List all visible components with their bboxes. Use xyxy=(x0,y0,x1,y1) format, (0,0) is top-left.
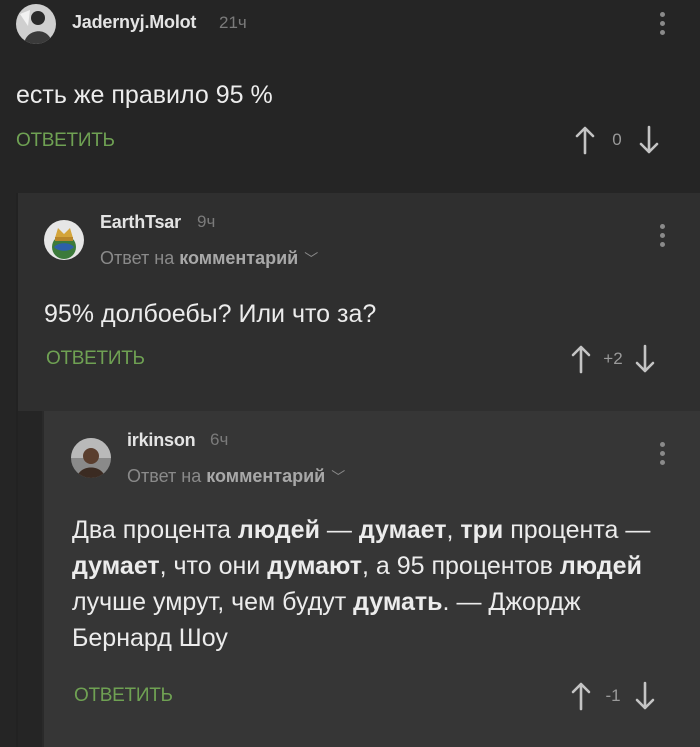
author-name[interactable]: irkinson xyxy=(127,430,196,451)
score: +2 xyxy=(603,349,623,368)
chevron-down-icon[interactable]: ﹀ xyxy=(331,467,345,487)
kebab-menu-icon[interactable] xyxy=(660,442,666,469)
vote-controls: -1 xyxy=(570,681,656,711)
kebab-menu-icon[interactable] xyxy=(660,12,666,39)
comment-time: 9ч xyxy=(197,212,216,231)
thread-line xyxy=(16,193,18,747)
reply-button[interactable]: ОТВЕТИТЬ xyxy=(46,348,145,370)
avatar[interactable] xyxy=(16,4,56,44)
vote-controls: 0 xyxy=(574,125,660,155)
avatar[interactable] xyxy=(71,438,111,478)
reply-to-link[interactable]: Ответ на комментарий ﹀ xyxy=(100,248,318,269)
vote-controls: +2 xyxy=(570,344,656,374)
arrow-up-icon[interactable] xyxy=(570,344,592,374)
comment-text: 95% долбоебы? Или что за? xyxy=(44,300,377,328)
comment-text: есть же правило 95 % xyxy=(16,81,273,109)
avatar[interactable] xyxy=(44,220,84,260)
reply-button[interactable]: ОТВЕТИТЬ xyxy=(74,685,173,707)
reply-to-link[interactable]: Ответ на комментарий ﹀ xyxy=(127,466,345,487)
arrow-up-icon[interactable] xyxy=(570,681,592,711)
score: 0 xyxy=(612,130,622,149)
reply-button[interactable]: ОТВЕТИТЬ xyxy=(16,130,115,152)
thread-line xyxy=(42,411,44,747)
arrow-down-icon[interactable] xyxy=(638,125,660,155)
comment-time: 21ч xyxy=(219,13,247,32)
comment-time: 6ч xyxy=(210,430,229,449)
arrow-down-icon[interactable] xyxy=(634,344,656,374)
chevron-down-icon[interactable]: ﹀ xyxy=(304,249,318,269)
score: -1 xyxy=(605,686,621,705)
author-name[interactable]: Jadernyj.Molot xyxy=(72,12,196,33)
comment-2: EarthTsar 9ч Ответ на комментарий ﹀ 95% д… xyxy=(16,193,700,411)
comment-text: Два процента людей — думает, три процент… xyxy=(72,516,651,652)
author-name[interactable]: EarthTsar xyxy=(100,212,181,233)
comment-1: Jadernyj.Molot 21ч есть же правило 95 % … xyxy=(0,0,700,193)
arrow-up-icon[interactable] xyxy=(574,125,596,155)
comment-3: irkinson 6ч Ответ на комментарий ﹀ Два пр… xyxy=(44,411,700,747)
kebab-menu-icon[interactable] xyxy=(660,224,666,251)
arrow-down-icon[interactable] xyxy=(634,681,656,711)
